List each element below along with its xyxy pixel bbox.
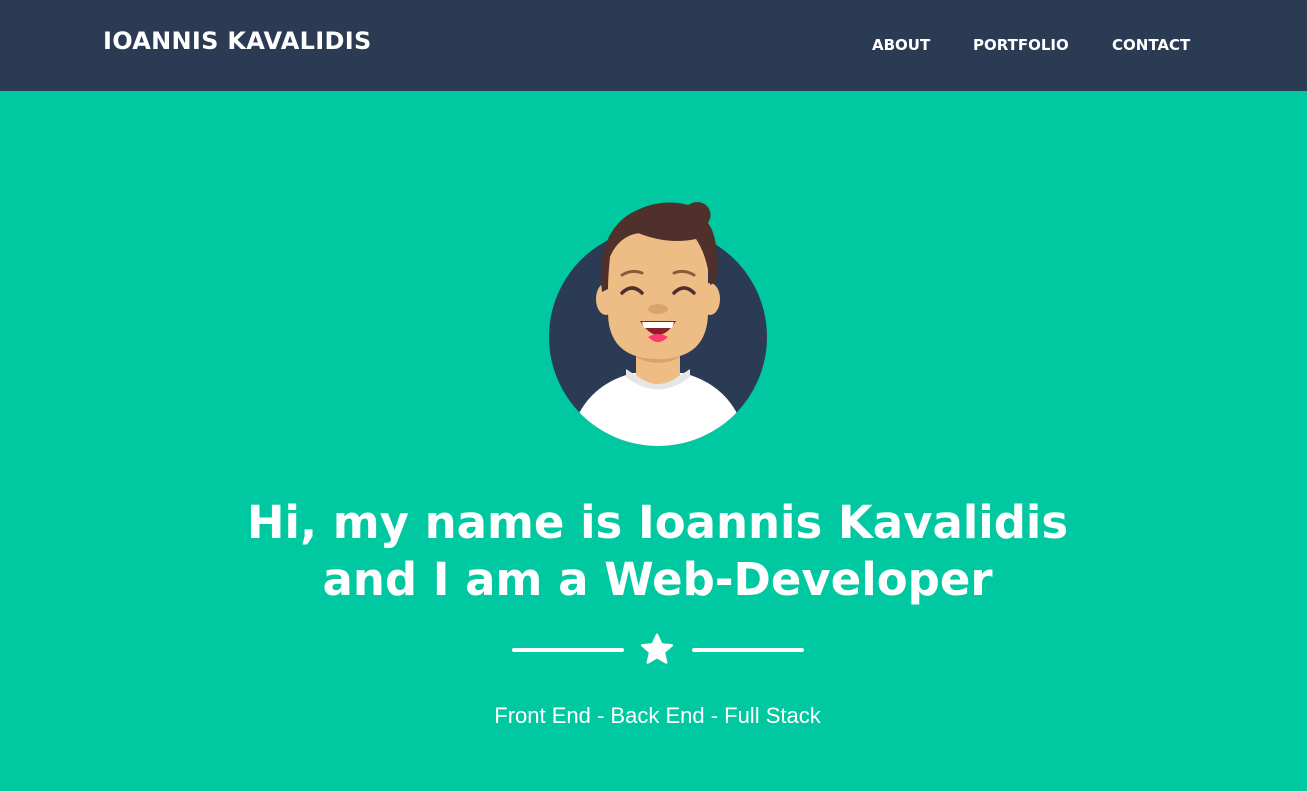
- star-divider: [512, 630, 804, 670]
- divider-line-right: [692, 648, 804, 652]
- divider-line-left: [512, 648, 624, 652]
- hero-title-line2: and I am a Web-Developer: [322, 553, 993, 606]
- hero-title: Hi, my name is Ioannis Kavalidis and I a…: [0, 494, 1307, 608]
- star-icon: [640, 633, 674, 664]
- developer-avatar-icon: [549, 202, 767, 446]
- hero-subtitle: Front End - Back End - Full Stack: [494, 703, 821, 728]
- nav-link-contact[interactable]: CONTACT: [1112, 36, 1190, 54]
- brand-link[interactable]: IOANNIS KAVALIDIS: [103, 27, 372, 55]
- hero-title-line1: Hi, my name is Ioannis Kavalidis: [246, 496, 1069, 549]
- navbar: IOANNIS KAVALIDIS ABOUT PORTFOLIO CONTAC…: [0, 0, 1307, 91]
- nav-link-about[interactable]: ABOUT: [872, 36, 930, 54]
- nav-link-portfolio[interactable]: PORTFOLIO: [973, 36, 1069, 54]
